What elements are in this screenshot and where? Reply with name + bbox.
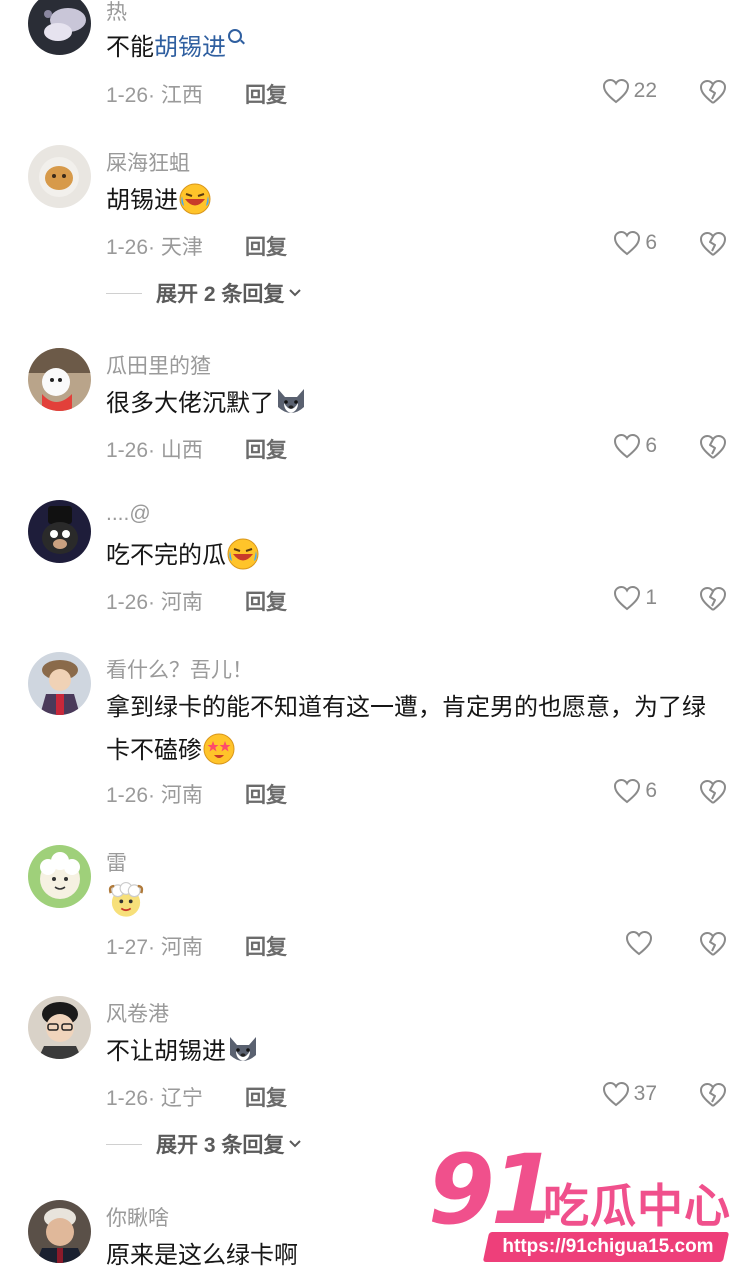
like-button[interactable] xyxy=(625,930,657,956)
comment-username[interactable]: 雷 xyxy=(106,847,127,877)
keyword-search-link[interactable]: 胡锡进 xyxy=(154,34,226,61)
heart-icon xyxy=(625,930,653,956)
like-count: 1 xyxy=(645,586,657,609)
comment-username[interactable]: 热 xyxy=(106,0,127,26)
comment-text-part: 原来是这么绿卡啊 xyxy=(106,1242,298,1269)
comment-text-part: 胡锡进 xyxy=(106,187,178,214)
heart-icon xyxy=(614,778,641,804)
expand-replies-button[interactable]: 展开 3 条回复 xyxy=(156,1129,302,1159)
comment-date-location: 1-26· 辽宁 xyxy=(106,1087,203,1110)
comment-text: 吃不完的瓜 xyxy=(106,534,719,577)
comment-username[interactable]: 看什么？吾儿！ xyxy=(106,654,253,684)
expand-replies[interactable]: 展开 2 条回复 xyxy=(106,278,302,308)
expand-replies-label: 展开 3 条回复 xyxy=(156,1134,285,1157)
avatar[interactable] xyxy=(28,348,91,411)
like-button[interactable]: 22 xyxy=(602,78,657,104)
comment-text: 很多大佬沉默了 xyxy=(106,382,719,425)
watermark-number: 91 xyxy=(428,1134,558,1246)
comment-date-location: 1-26· 山西 xyxy=(106,439,203,462)
comment-text: 拿到绿卡的能不知道有这一遭，肯定男的也愿意，为了绿卡不磕碜 xyxy=(106,686,719,772)
like-button[interactable]: 37 xyxy=(602,1081,657,1107)
laughing-crying-emoji xyxy=(227,538,259,570)
broken-heart-icon[interactable] xyxy=(699,230,727,258)
avatar[interactable] xyxy=(28,652,91,715)
reply-button[interactable]: 回复 xyxy=(245,931,287,961)
starry-eyes-emoji xyxy=(203,733,235,765)
search-icon[interactable] xyxy=(228,29,242,43)
like-button[interactable]: 6 xyxy=(613,778,657,804)
broken-heart-icon[interactable] xyxy=(699,778,727,806)
comment-date-location: 1-26· 河南 xyxy=(106,591,203,614)
husky-emoji xyxy=(278,388,304,413)
comment-username[interactable]: ....@ xyxy=(106,502,151,526)
comment-text-part: 不能 xyxy=(106,34,154,61)
comment-text: 不能胡锡进 xyxy=(106,26,719,69)
reply-button[interactable]: 回复 xyxy=(245,1082,287,1112)
chevron-down-icon xyxy=(289,289,302,297)
like-count: 37 xyxy=(633,1082,657,1105)
chevron-down-icon xyxy=(289,1140,302,1148)
divider xyxy=(106,292,142,294)
broken-heart-icon[interactable] xyxy=(699,930,727,958)
comment-date-location: 1-26· 江西 xyxy=(106,84,203,107)
avatar[interactable] xyxy=(28,845,91,908)
reply-button[interactable]: 回复 xyxy=(245,79,287,109)
husky-emoji xyxy=(230,1036,256,1061)
comment-username[interactable]: 你瞅啥 xyxy=(106,1202,169,1232)
sheep-sticker xyxy=(108,881,144,917)
heart-icon xyxy=(602,1081,629,1107)
avatar[interactable] xyxy=(28,996,91,1059)
like-button[interactable]: 1 xyxy=(613,585,657,611)
comment-username[interactable]: 屎海狂蛆 xyxy=(106,147,190,177)
avatar[interactable] xyxy=(28,1200,91,1263)
avatar[interactable] xyxy=(28,500,91,563)
heart-icon xyxy=(614,230,641,256)
comment-text-part: 不让胡锡进 xyxy=(106,1038,226,1065)
like-count: 22 xyxy=(633,79,657,102)
broken-heart-icon[interactable] xyxy=(699,585,727,613)
broken-heart-icon[interactable] xyxy=(699,78,727,106)
like-count: 6 xyxy=(645,779,657,802)
expand-replies-button[interactable]: 展开 2 条回复 xyxy=(156,278,302,308)
like-count: 6 xyxy=(645,231,657,254)
watermark-logo: 91 吃瓜中心 https://91chigua15.com xyxy=(428,1140,738,1270)
heart-icon xyxy=(614,585,641,611)
expand-replies-label: 展开 2 条回复 xyxy=(156,283,285,306)
comment-date-location: 1-26· 河南 xyxy=(106,784,203,807)
like-count: 6 xyxy=(645,434,657,457)
comment-date-location: 1-27· 河南 xyxy=(106,936,203,959)
comment-username[interactable]: 瓜田里的猹 xyxy=(106,350,211,380)
broken-heart-icon[interactable] xyxy=(699,433,727,461)
reply-button[interactable]: 回复 xyxy=(245,434,287,464)
expand-replies[interactable]: 展开 3 条回复 xyxy=(106,1129,302,1159)
laughing-crying-emoji xyxy=(179,183,211,215)
divider xyxy=(106,1143,142,1145)
watermark-title: 吃瓜中心 xyxy=(543,1180,731,1232)
comment-text: 胡锡进 xyxy=(106,179,719,222)
comment-text: 不让胡锡进 xyxy=(106,1030,719,1073)
avatar[interactable] xyxy=(28,0,91,55)
heart-icon xyxy=(614,433,641,459)
comment-text-part: 拿到绿卡的能不知道有这一遭，肯定男的也愿意，为了绿卡不磕碜 xyxy=(106,694,706,764)
comment-username[interactable]: 风卷港 xyxy=(106,998,169,1028)
watermark-url: https://91chigua15.com xyxy=(502,1236,714,1257)
comment-text xyxy=(106,879,719,922)
comment-text-part: 很多大佬沉默了 xyxy=(106,390,274,417)
like-button[interactable]: 6 xyxy=(613,433,657,459)
heart-icon xyxy=(602,78,629,104)
reply-button[interactable]: 回复 xyxy=(245,586,287,616)
broken-heart-icon[interactable] xyxy=(699,1081,727,1109)
avatar[interactable] xyxy=(28,145,91,208)
like-button[interactable]: 6 xyxy=(613,230,657,256)
comment-text-part: 吃不完的瓜 xyxy=(106,542,226,569)
reply-button[interactable]: 回复 xyxy=(245,231,287,261)
comment-date-location: 1-26· 天津 xyxy=(106,236,203,259)
reply-button[interactable]: 回复 xyxy=(245,779,287,809)
